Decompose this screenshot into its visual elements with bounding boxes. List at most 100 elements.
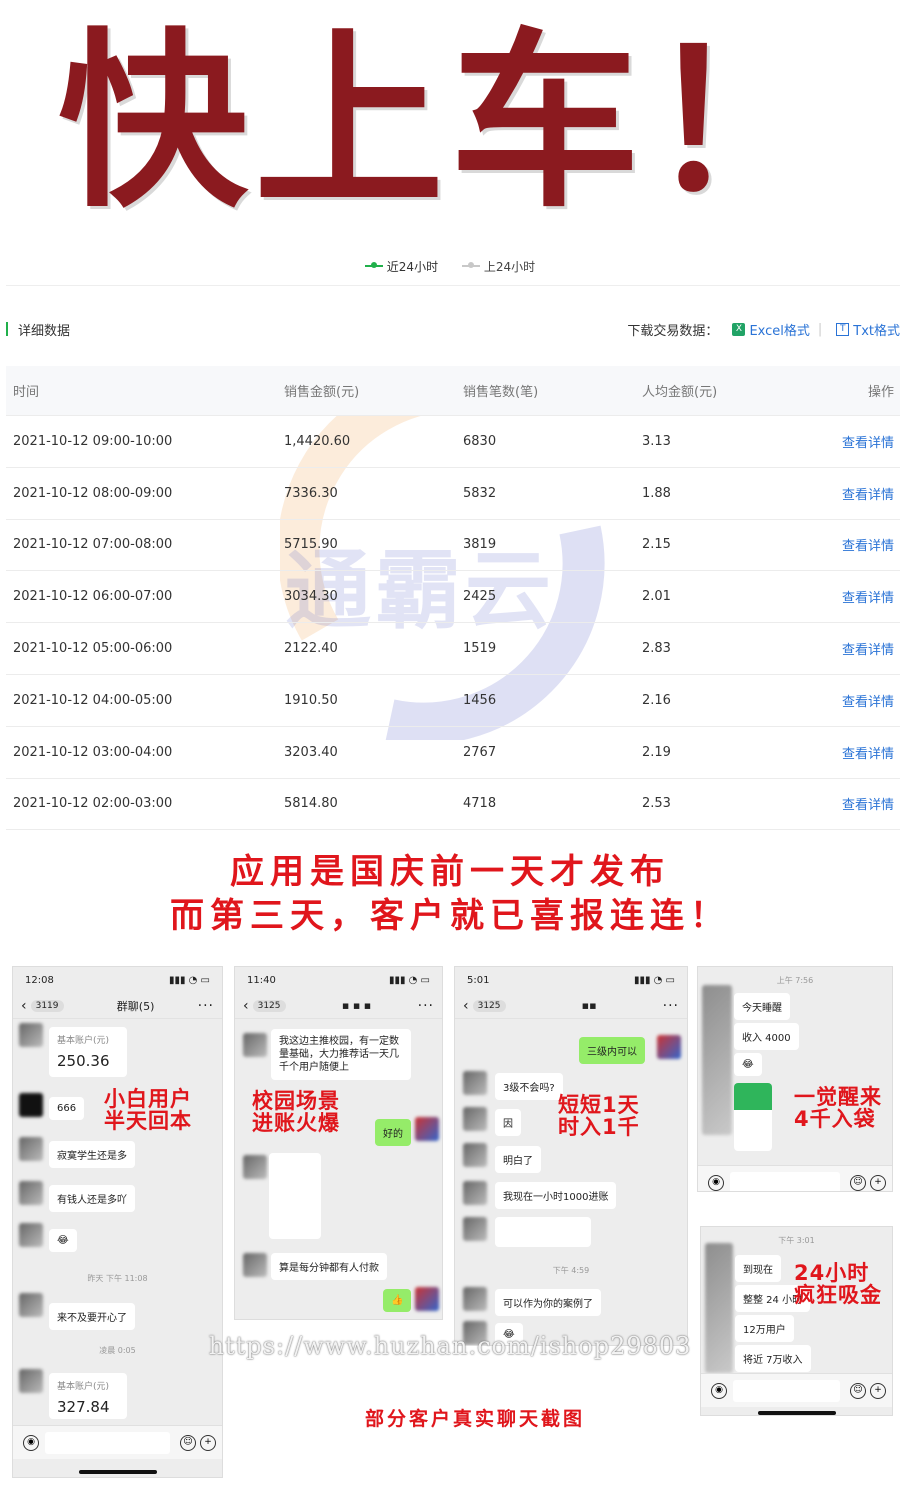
chat-input-bar: ◉ ☺ + [698, 1165, 892, 1191]
chat-bubble-self: 好的 [375, 1119, 411, 1146]
money-bubble: 基本账户(元) 250.36 [49, 1027, 127, 1077]
view-details-link[interactable]: 查看详情 [821, 691, 900, 710]
cell-count: 2425 [463, 589, 497, 605]
caption-line: 疯狂吸金 [794, 1283, 882, 1307]
caption-line: 4千入袋 [794, 1107, 876, 1131]
chat-bubble-self: 三级内可以 [579, 1037, 645, 1064]
view-details-link[interactable]: 查看详情 [821, 743, 900, 762]
table-row: 2021-10-12 08:00-09:00 7336.30 5832 1.88… [6, 468, 900, 520]
account-label: 基本账户(元) [57, 1036, 110, 1046]
header-time[interactable]: 时间 [6, 381, 284, 400]
chat-bubble: 来不及要开心了 [49, 1303, 135, 1330]
cell-time: 2021-10-12 07:00-08:00 [13, 537, 173, 553]
view-details-link[interactable]: 查看详情 [821, 432, 900, 451]
emoji-icon[interactable]: ☺ [850, 1174, 866, 1191]
table-row: 2021-10-12 02:00-03:00 5814.80 4718 2.53… [6, 779, 900, 831]
back-icon[interactable]: ‹ [463, 998, 469, 1014]
more-icon[interactable]: ··· [198, 998, 214, 1014]
view-details-link[interactable]: 查看详情 [821, 587, 900, 606]
chat-bubble: 算是每分钟都有人付款 [271, 1253, 387, 1280]
legend-green-dot-icon [364, 262, 383, 268]
signal-battery-icon: ▮▮▮ ◔ ▭ [388, 974, 430, 986]
more-icon[interactable]: ··· [418, 998, 434, 1014]
caption-shot-5: 24小时 疯狂吸金 [794, 1262, 882, 1306]
cell-time: 2021-10-12 03:00-04:00 [13, 744, 173, 760]
back-icon[interactable]: ‹ [21, 998, 27, 1014]
table-row: 2021-10-12 05:00-06:00 2122.40 1519 2.83… [6, 623, 900, 675]
header-avg[interactable]: 人均金额(元) [642, 381, 821, 400]
promo-line-1: 应用是国庆前一天才发布 [230, 852, 670, 892]
caption-line: 校园场景 [252, 1089, 340, 1113]
legend-previous[interactable]: 上24小时 [461, 258, 535, 275]
download-excel-link[interactable]: X Excel格式 [732, 320, 810, 339]
avatar [19, 1137, 43, 1161]
emoji-icon[interactable]: ☺ [850, 1382, 866, 1399]
cell-time: 2021-10-12 02:00-03:00 [13, 796, 173, 812]
chart-legend: 近24小时 上24小时 [0, 256, 900, 275]
cell-time: 2021-10-12 08:00-09:00 [13, 485, 173, 501]
back-icon[interactable]: ‹ [243, 998, 249, 1014]
cell-avg: 2.16 [642, 692, 671, 708]
chat-bubble: 明白了 [495, 1146, 541, 1173]
image-bubble[interactable] [734, 1083, 772, 1151]
more-icon[interactable]: ··· [663, 998, 679, 1014]
header-count[interactable]: 销售笔数(笔) [463, 381, 642, 400]
unread-badge: 3125 [252, 999, 286, 1012]
voice-icon[interactable]: ◉ [23, 1434, 39, 1451]
download-txt-label: Txt格式 [853, 323, 900, 339]
chat-bubble: 有钱人还是多吖 [49, 1185, 135, 1212]
cell-avg: 2.01 [642, 589, 671, 605]
cell-time: 2021-10-12 06:00-07:00 [13, 589, 173, 605]
avatar [463, 1217, 487, 1241]
chat-bubble: 666 [49, 1097, 85, 1120]
excel-icon: X [732, 322, 746, 336]
view-details-link[interactable]: 查看详情 [821, 794, 900, 813]
chat-nav-bar: ‹ 3125 ▪ ▪ ▪ ··· [235, 993, 442, 1019]
header-amount[interactable]: 销售金额(元) [284, 381, 463, 400]
emoji-icon[interactable]: ☺ [180, 1434, 196, 1451]
view-details-link[interactable]: 查看详情 [821, 535, 900, 554]
chat-input-bar: ◉ ☺ + [13, 1425, 222, 1459]
cell-amount: 5814.80 [284, 796, 338, 812]
avatar-blurred [702, 985, 732, 1135]
avatar [415, 1117, 439, 1141]
avatar [463, 1071, 487, 1095]
avatar [463, 1143, 487, 1167]
message-input[interactable] [45, 1431, 170, 1454]
avatar [463, 1287, 487, 1311]
chat-nav-bar: ‹ 3125 ▪▪ ··· [455, 993, 687, 1019]
voice-icon[interactable]: ◉ [708, 1174, 724, 1191]
status-bar: 11:40 ▮▮▮ ◔ ▭ [235, 967, 442, 993]
chat-bubble: 我这边主推校园，有一定数量基础，大力推荐话一天几千个用户随便上 [271, 1029, 411, 1080]
chat-bubble: 3级不会吗? [495, 1073, 563, 1100]
image-bubble[interactable] [269, 1153, 321, 1239]
legend-current[interactable]: 近24小时 [364, 258, 438, 275]
link-separator: | [817, 321, 823, 337]
plus-icon[interactable]: + [200, 1434, 216, 1451]
promo-line-2: 而第三天，客户就已喜报连连！ [170, 896, 730, 936]
view-details-link[interactable]: 查看详情 [821, 484, 900, 503]
avatar [463, 1181, 487, 1205]
legend-grey-dot-icon [461, 262, 480, 268]
caption-line: 时入1千 [558, 1115, 640, 1139]
cell-amount: 5715.90 [284, 537, 338, 553]
cell-avg: 2.19 [642, 744, 671, 760]
voice-icon[interactable]: ◉ [711, 1382, 727, 1399]
chat-bubble: 到现在 [735, 1255, 781, 1282]
avatar [19, 1369, 43, 1393]
cell-avg: 2.15 [642, 537, 671, 553]
view-details-link[interactable]: 查看详情 [821, 639, 900, 658]
divider [6, 285, 900, 286]
message-input[interactable] [733, 1379, 840, 1402]
plus-icon[interactable]: + [870, 1174, 886, 1191]
image-bubble[interactable] [495, 1217, 591, 1247]
caption-line: 24小时 [794, 1261, 870, 1285]
chat-screenshot-5: 下午 3:01 到现在 整整 24 小时 12万用户 将近 7万收入 ◉ ☺ + [700, 1226, 893, 1416]
cell-time: 2021-10-12 09:00-10:00 [13, 433, 173, 449]
plus-icon[interactable]: + [870, 1382, 886, 1399]
message-input[interactable] [730, 1171, 840, 1191]
download-txt-link[interactable]: T Txt格式 [836, 320, 900, 339]
avatar [19, 1293, 43, 1317]
signal-battery-icon: ▮▮▮ ◔ ▭ [168, 974, 210, 986]
emoji-bubble-self: 👍 [383, 1289, 412, 1312]
